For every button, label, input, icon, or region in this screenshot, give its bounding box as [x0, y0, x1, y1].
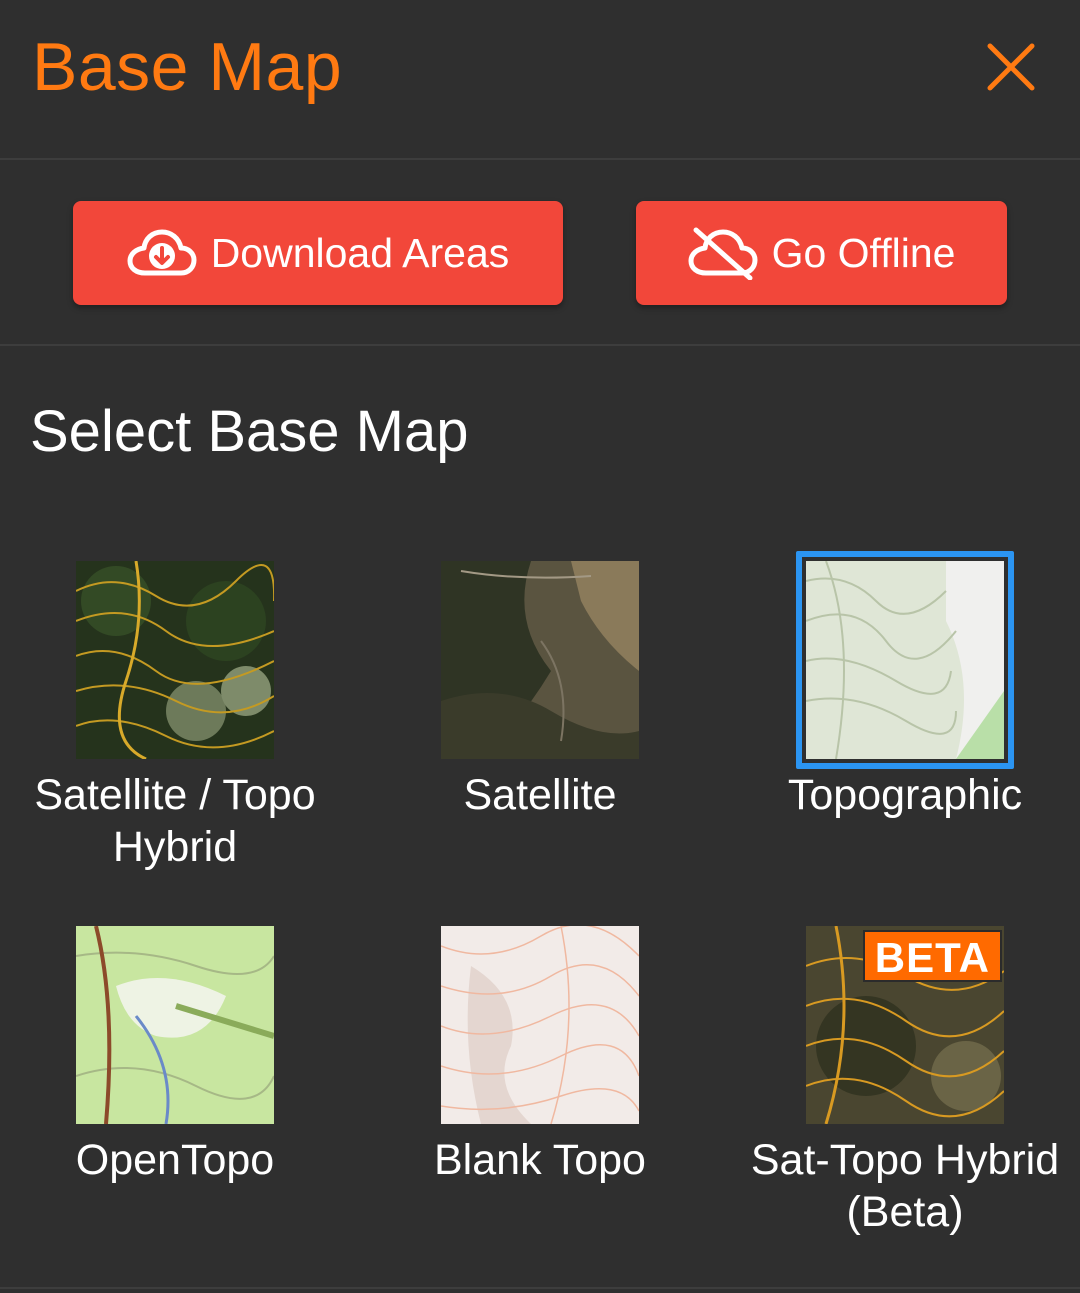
map-option-blank-topo[interactable]: Blank Topo — [360, 926, 720, 1186]
topographic-thumbnail — [806, 561, 1004, 759]
download-areas-button[interactable]: Download Areas — [73, 201, 563, 305]
satellite-thumbnail — [441, 561, 639, 759]
map-option-satellite-topo-hybrid[interactable]: Satellite / Topo Hybrid — [0, 561, 355, 873]
map-thumbnail-wrap — [441, 926, 639, 1124]
panel-header: Base Map — [0, 0, 1080, 160]
action-bar: Download Areas Go Offline — [0, 160, 1080, 346]
opentopo-thumbnail — [76, 926, 274, 1124]
map-option-label: Satellite / Topo Hybrid — [34, 771, 316, 871]
map-option-label: OpenTopo — [75, 1136, 275, 1184]
cloud-download-icon — [127, 229, 197, 276]
blank-topo-thumbnail — [441, 926, 639, 1124]
map-thumbnail-wrap — [441, 561, 639, 759]
map-option-label: Sat-Topo Hybrid (Beta) — [750, 1136, 1060, 1236]
map-option-label: Satellite — [463, 771, 617, 819]
go-offline-button[interactable]: Go Offline — [636, 201, 1007, 305]
download-areas-label: Download Areas — [210, 229, 510, 276]
map-thumbnail-wrap — [76, 561, 274, 759]
section-title: Select Base Map — [30, 399, 469, 464]
map-thumbnail-wrap: BETA — [806, 926, 1004, 1124]
map-option-sat-topo-hybrid-beta[interactable]: BETA Sat-Topo Hybrid (Beta) — [725, 926, 1080, 1238]
beta-badge: BETA — [862, 930, 1002, 982]
map-option-topographic[interactable]: Topographic — [725, 551, 1080, 821]
base-map-panel: Base Map Download Areas Go Offline Selec… — [0, 0, 1080, 1293]
cloud-off-icon — [688, 227, 758, 280]
map-thumbnail-wrap — [76, 926, 274, 1124]
map-thumbnail-wrap — [796, 551, 1014, 769]
page-title: Base Map — [32, 29, 343, 105]
map-option-opentopo[interactable]: OpenTopo — [0, 926, 355, 1186]
map-option-label: Blank Topo — [434, 1136, 646, 1184]
bottom-divider — [0, 1287, 1080, 1289]
map-option-label: Topographic — [787, 771, 1023, 819]
map-option-satellite[interactable]: Satellite — [360, 561, 720, 821]
satellite-topo-thumbnail — [76, 561, 274, 759]
go-offline-label: Go Offline — [771, 229, 956, 276]
close-icon[interactable] — [982, 38, 1040, 96]
